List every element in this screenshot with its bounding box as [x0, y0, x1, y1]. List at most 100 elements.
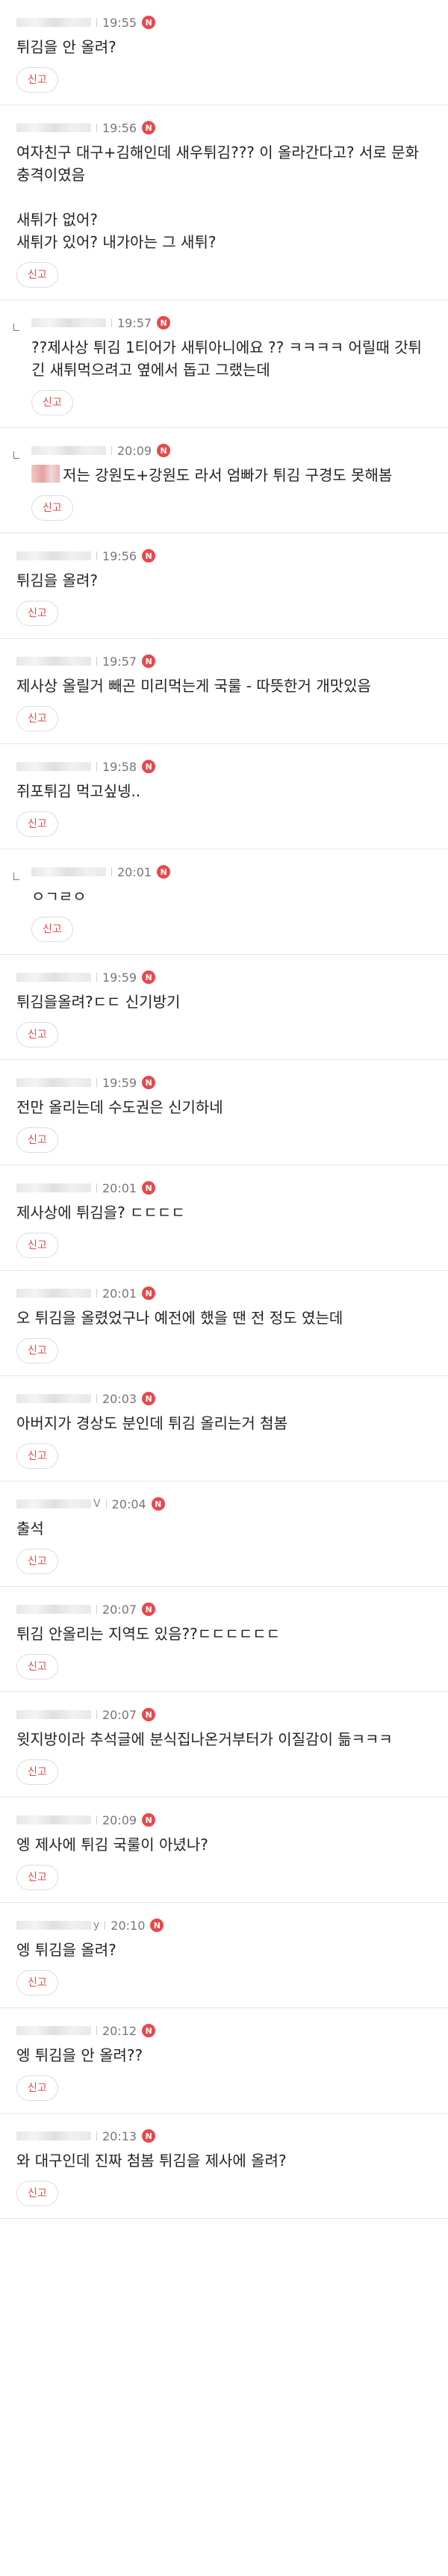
- comment: 20:07 N 튀김 안올리는 지역도 있음??ㄷㄷㄷㄷㄷㄷ 신고: [0, 1600, 448, 1692]
- new-badge-icon: N: [142, 970, 156, 984]
- comment-meta: 20:01 N: [16, 1179, 448, 1197]
- blurred-nickname: [16, 1815, 91, 1824]
- comment-meta: 19:56 N: [16, 119, 448, 137]
- comment-text: ??제사상 튀김 1티어가 새튀아니에요 ?? ㅋㅋㅋㅋ 어릴때 갓튀긴 새튀먹…: [31, 338, 422, 379]
- new-badge-icon: N: [142, 760, 156, 773]
- comment: 20:07 N 윗지방이라 추석글에 분식집나온거부터가 이질감이 듦ㅋㅋㅋ 신고: [0, 1706, 448, 1798]
- blurred-nickname: [16, 1183, 91, 1192]
- blurred-nickname: [31, 446, 106, 455]
- new-badge-icon: N: [157, 865, 171, 879]
- comment: 19:56 N 튀김을 올려? 신고: [0, 547, 448, 639]
- reply-arrow-icon: [13, 451, 19, 459]
- comment-meta: 20:09 N: [31, 442, 448, 459]
- comment-meta: 19:57 N: [16, 652, 448, 670]
- new-badge-icon: N: [142, 549, 156, 563]
- comment-time: 19:55: [102, 15, 137, 30]
- report-button[interactable]: 신고: [16, 2075, 58, 2101]
- meta-divider: [96, 762, 97, 771]
- comment-time: 19:58: [102, 759, 137, 774]
- comment-meta: y 20:10 N: [16, 1916, 448, 1934]
- new-badge-icon: N: [157, 444, 171, 457]
- blurred-nickname: [16, 762, 91, 771]
- comment-time: 20:13: [102, 2128, 137, 2143]
- comment-text: 제사상 올릴거 빼곤 미리먹는게 국룰 - 따뜻한거 개맛있음: [16, 677, 371, 695]
- comment: 20:09 N 엥 제사에 튀김 국룰이 아녔나? 신고: [0, 1811, 448, 1903]
- comment-meta: 19:55 N: [16, 13, 448, 31]
- comment-text: 튀김을 안 올려?: [16, 38, 116, 56]
- report-button[interactable]: 신고: [16, 1233, 58, 1258]
- report-button[interactable]: 신고: [31, 495, 73, 521]
- comment-time: 20:09: [102, 1812, 137, 1827]
- report-button[interactable]: 신고: [16, 1549, 58, 1574]
- blurred-nickname: [16, 1921, 91, 1930]
- comment-meta: 20:07 N: [16, 1706, 448, 1724]
- meta-divider: [96, 551, 97, 560]
- comment-time: 20:12: [102, 2023, 137, 2038]
- report-button[interactable]: 신고: [16, 1759, 58, 1785]
- comment-text: ㅇㄱㄹㅇ: [31, 888, 87, 905]
- reply-comment: 20:01 N ㅇㄱㄹㅇ 신고: [0, 863, 448, 955]
- meta-divider: [96, 657, 97, 666]
- comment: y 20:10 N 엥 튀김을 올려? 신고: [0, 1916, 448, 2008]
- report-button[interactable]: 신고: [16, 1338, 58, 1363]
- meta-divider: [96, 1289, 97, 1298]
- comment-text: 튀김 안올리는 지역도 있음??ㄷㄷㄷㄷㄷㄷ: [16, 1625, 281, 1643]
- new-badge-icon: N: [150, 1919, 164, 1932]
- blurred-image: [31, 465, 60, 483]
- new-badge-icon: N: [142, 1076, 156, 1089]
- blurred-nickname: [16, 1710, 91, 1719]
- comment-time: 19:59: [102, 970, 137, 985]
- meta-divider: [96, 1605, 97, 1614]
- comment-text: 제사상에 튀김을? ㄷㄷㄷㄷ: [16, 1204, 185, 1222]
- comment-meta: V 20:04 N: [16, 1495, 448, 1513]
- blurred-nickname: [16, 551, 91, 560]
- comment-time: 20:01: [117, 864, 152, 879]
- report-button[interactable]: 신고: [16, 1127, 58, 1153]
- comment-meta: 19:59 N: [16, 1074, 448, 1092]
- blurred-nickname: [31, 867, 106, 876]
- meta-divider: [96, 1710, 97, 1719]
- meta-divider: [96, 1078, 97, 1087]
- comment-time: 20:01: [102, 1180, 137, 1195]
- comment-text: 엥 제사에 튀김 국룰이 아녔나?: [16, 1836, 208, 1854]
- new-badge-icon: N: [157, 316, 171, 329]
- blurred-nickname: [16, 1499, 91, 1508]
- comment-time: 20:07: [102, 1707, 137, 1722]
- report-button[interactable]: 신고: [16, 1865, 58, 1890]
- blurred-nickname: [16, 1289, 91, 1298]
- nickname-tail: y: [93, 1919, 100, 1931]
- comment-meta: 20:01 N: [31, 863, 448, 881]
- comment-time: 20:09: [117, 443, 152, 458]
- report-button[interactable]: 신고: [16, 1654, 58, 1679]
- comment-time: 19:56: [102, 120, 137, 135]
- meta-divider: [96, 1815, 97, 1824]
- comment-time: 19:57: [117, 315, 152, 330]
- report-button[interactable]: 신고: [16, 706, 58, 731]
- blurred-nickname: [16, 123, 91, 132]
- report-button[interactable]: 신고: [16, 67, 58, 93]
- report-button[interactable]: 신고: [16, 1443, 58, 1469]
- meta-divider: [96, 18, 97, 27]
- report-button[interactable]: 신고: [16, 2181, 58, 2206]
- meta-divider: [96, 123, 97, 132]
- blurred-nickname: [16, 1605, 91, 1614]
- blurred-nickname: [16, 657, 91, 666]
- report-button[interactable]: 신고: [16, 601, 58, 626]
- report-button[interactable]: 신고: [16, 1022, 58, 1047]
- meta-divider: [111, 318, 112, 327]
- comment: 19:57 N 제사상 올릴거 빼곤 미리먹는게 국룰 - 따뜻한거 개맛있음신고: [0, 652, 448, 744]
- report-button[interactable]: 신고: [16, 811, 58, 837]
- report-button[interactable]: 신고: [31, 917, 73, 942]
- new-badge-icon: N: [142, 2024, 156, 2037]
- reply-comment: 20:09 N 저는 강원도+강원도 라서 엄빠가 튀김 구경도 못해봄 신고: [0, 442, 448, 533]
- comment-text: 여자친구 대구+김해인데 새우튀김??? 이 올라간다고? 서로 문화 충격이였…: [16, 143, 419, 251]
- new-badge-icon: N: [142, 1392, 156, 1405]
- meta-divider: [96, 1183, 97, 1192]
- blurred-nickname: [16, 2026, 91, 2035]
- blurred-nickname: [16, 1394, 91, 1403]
- new-badge-icon: N: [142, 121, 156, 134]
- report-button[interactable]: 신고: [16, 262, 58, 288]
- comment-text: 엥 튀김을 올려?: [16, 1941, 116, 1959]
- report-button[interactable]: 신고: [16, 1970, 58, 1996]
- report-button[interactable]: 신고: [31, 390, 73, 415]
